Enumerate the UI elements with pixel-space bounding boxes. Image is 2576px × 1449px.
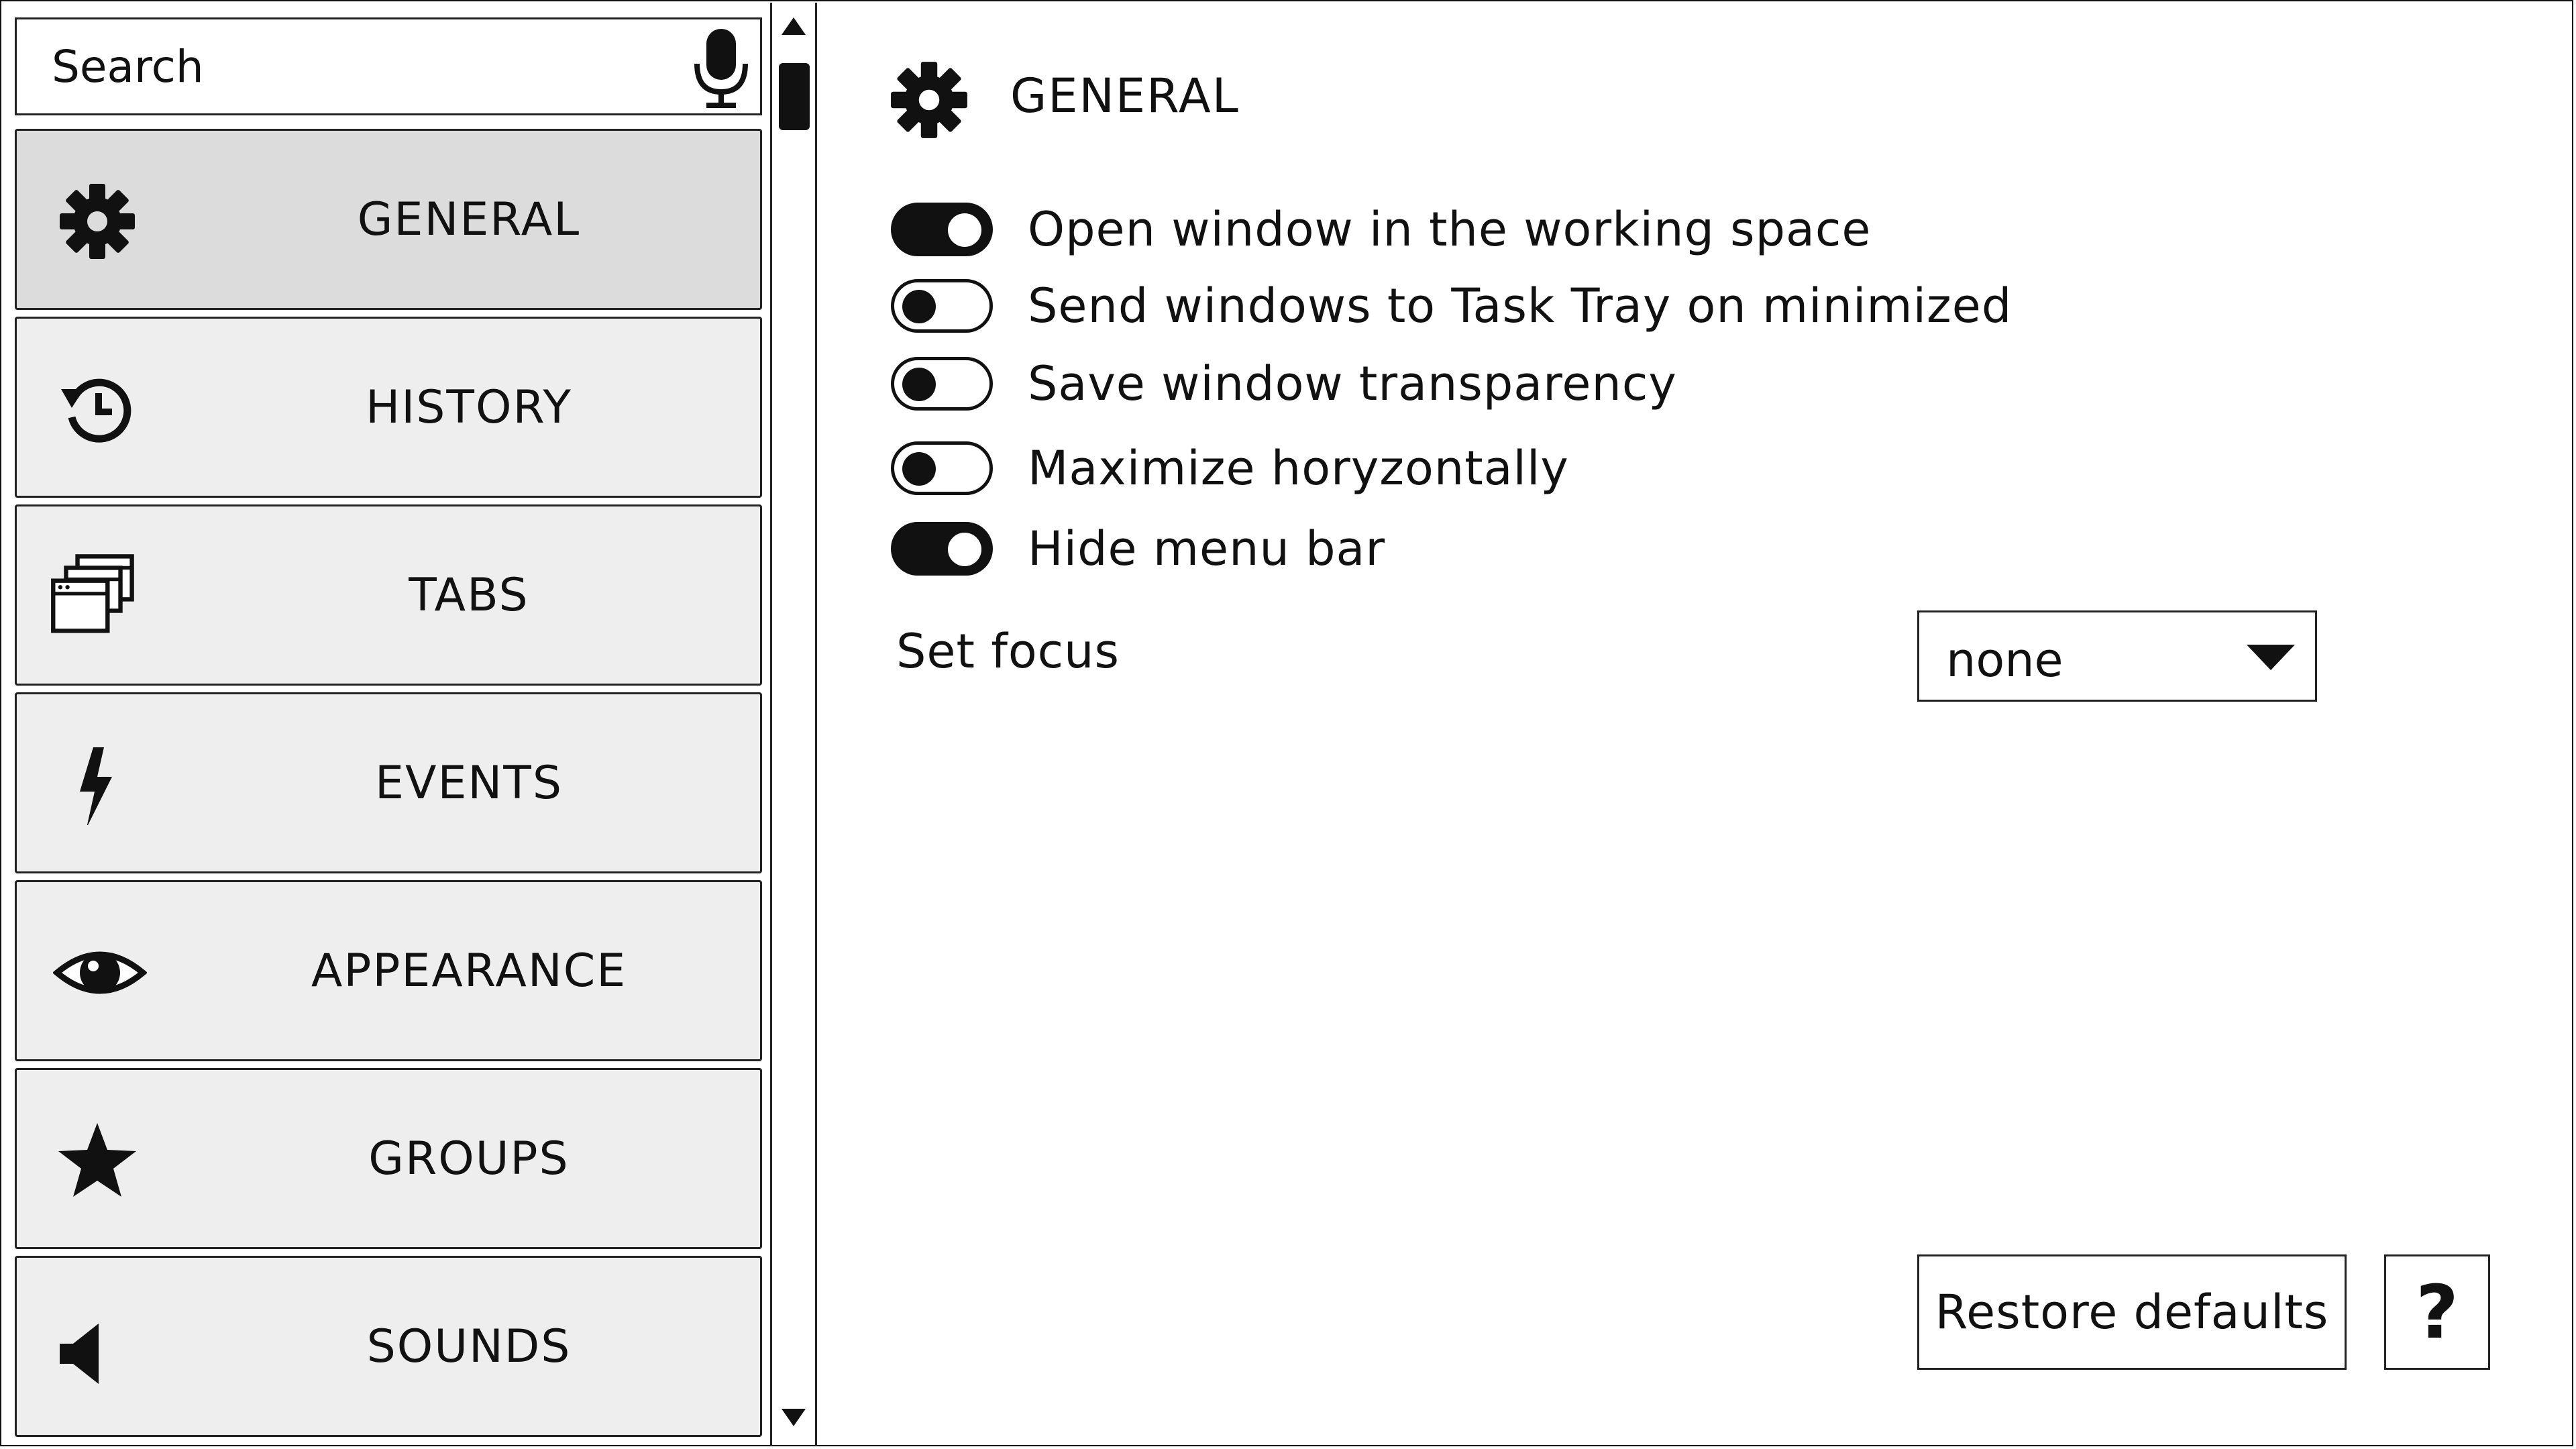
sidebar-item-label: APPEARANCE [311,944,627,998]
sidebar-item-appearance[interactable]: APPEARANCE [15,880,762,1061]
scroll-up-icon[interactable] [780,15,807,38]
restore-defaults-button[interactable]: Restore defaults [1917,1254,2347,1370]
task-tray-toggle[interactable] [891,279,993,333]
sidebar-item-sounds[interactable]: SOUNDS [15,1256,762,1437]
maximize-toggle[interactable] [891,441,993,495]
lightning-icon [80,747,112,825]
scroll-down-icon[interactable] [780,1406,807,1429]
scroll-thumb[interactable] [779,63,810,130]
sidebar-item-label: SOUNDS [366,1320,572,1373]
dropdown-value: none [1946,633,2063,688]
toggle-label: Send windows to Task Tray on minimized [1028,278,2012,333]
chevron-down-icon [2247,645,2295,670]
microphone-icon[interactable] [681,26,761,111]
toggle-label: Hide menu bar [1028,521,1386,576]
sidebar-item-label: EVENTS [374,756,563,810]
eye-icon [53,951,147,994]
sidebar-item-general[interactable]: GENERAL [15,129,762,310]
tabs-icon [51,554,134,633]
gear-icon [891,62,967,138]
star-icon [58,1123,136,1197]
sidebar-item-tabs[interactable]: TABS [15,504,762,686]
set-focus-label: Set focus [896,624,1120,679]
transparency-toggle[interactable] [891,357,993,411]
sidebar-item-label: GROUPS [368,1132,570,1185]
sidebar-item-label: HISTORY [366,380,572,434]
gear-icon [60,184,135,259]
sidebar-scrollbar[interactable] [770,3,817,1446]
sidebar-item-label: GENERAL [357,193,581,246]
sidebar-item-history[interactable]: HISTORY [15,317,762,498]
settings-window: GENERAL HISTORY TABS EVENTS [0,0,2573,1446]
help-button[interactable]: ? [2384,1254,2490,1370]
sidebar-item-groups[interactable]: GROUPS [15,1068,762,1249]
toggle-label: Save window transparency [1028,356,1677,411]
search-box [15,17,762,115]
search-input[interactable] [17,19,647,113]
hide-menu-toggle[interactable] [891,522,993,576]
toggle-label: Maximize horyzontally [1028,441,1569,496]
speaker-icon [60,1324,99,1384]
toggle-label: Open window in the working space [1028,202,1872,257]
history-icon [61,378,131,443]
page-title: GENERAL [1010,68,1240,123]
set-focus-dropdown[interactable]: none [1917,610,2317,702]
open-window-toggle[interactable] [891,203,993,256]
sidebar-item-events[interactable]: EVENTS [15,692,762,873]
sidebar-item-label: TABS [409,568,529,622]
